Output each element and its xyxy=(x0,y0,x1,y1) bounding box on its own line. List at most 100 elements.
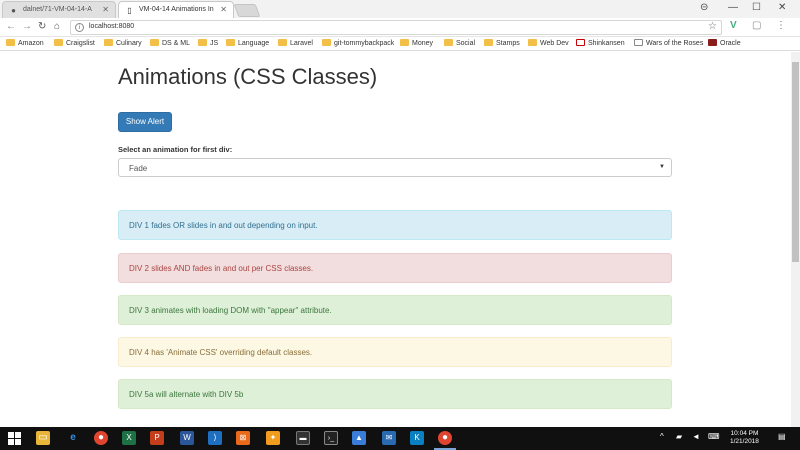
page-viewport: Animations (CSS Classes) Show Alert Sele… xyxy=(0,52,800,427)
folder-icon xyxy=(150,39,159,46)
network-icon[interactable]: ▰ xyxy=(676,432,682,441)
folder-icon xyxy=(484,39,493,46)
minimize-icon[interactable]: — xyxy=(728,2,738,13)
page-icon xyxy=(634,39,643,46)
folder-icon xyxy=(54,39,63,46)
tab-animations[interactable]: ▯ VM-04-14 Animations In ✕ xyxy=(118,1,234,18)
alert-text: DIV 4 has 'Animate CSS' overriding defau… xyxy=(129,348,313,357)
bookmark-amazon[interactable]: Amazon xyxy=(6,39,44,47)
alert-text: DIV 5a will alternate with DIV 5b xyxy=(129,390,244,399)
home-icon[interactable]: ⌂ xyxy=(54,21,60,32)
file-explorer-icon[interactable]: ▭ xyxy=(36,431,50,445)
xampp-icon[interactable]: ⊠ xyxy=(236,431,250,445)
div-1-alert: DIV 1 fades OR slides in and out dependi… xyxy=(118,210,672,240)
word-icon[interactable]: W xyxy=(180,431,194,445)
bookmark-money[interactable]: Money xyxy=(400,39,433,47)
tab-github[interactable]: ● dalnet/71-VM-04-14-A ✕ xyxy=(2,1,116,18)
github-icon: ● xyxy=(11,6,16,15)
folder-icon xyxy=(278,39,287,46)
div-5a-alert: DIV 5a will alternate with DIV 5b xyxy=(118,379,672,409)
bookmark-social[interactable]: Social xyxy=(444,39,475,47)
clock-time: 10:04 PM xyxy=(730,430,759,437)
windows-taskbar: ▭ e ● X P W ⟩ ⊠ ✦ ▬ ›_ ▲ ✉ K ● ^ ▰ ◄ ⌨ 1… xyxy=(0,427,800,450)
chrome-icon[interactable]: ● xyxy=(94,431,108,445)
scrollbar-thumb[interactable] xyxy=(792,62,799,262)
page-icon: ▯ xyxy=(127,6,132,15)
bookmark-shinkansen[interactable]: Shinkansen xyxy=(576,39,625,47)
bookmark-stamps[interactable]: Stamps xyxy=(484,39,520,47)
photos-icon[interactable]: ▲ xyxy=(352,431,366,445)
new-tab-button[interactable] xyxy=(233,4,261,17)
folder-icon xyxy=(198,39,207,46)
bookmark-craigslist[interactable]: Craigslist xyxy=(54,39,95,47)
page-title: Animations (CSS Classes) xyxy=(118,64,378,89)
close-icon[interactable]: ✕ xyxy=(778,2,786,13)
terminal-icon[interactable]: ›_ xyxy=(324,431,338,445)
extension-icon[interactable]: ▢ xyxy=(752,20,761,31)
folder-icon xyxy=(226,39,235,46)
excel-icon[interactable]: X xyxy=(122,431,136,445)
url-text: localhost:8080 xyxy=(89,23,135,30)
alert-text: DIV 3 animates with loading DOM with "ap… xyxy=(129,306,332,315)
keyboard-icon[interactable]: ⌨ xyxy=(708,432,720,441)
profile-icon[interactable]: ⊝ xyxy=(700,2,708,13)
bookmark-web-dev[interactable]: Web Dev xyxy=(528,39,569,47)
bookmark-star-icon[interactable]: ☆ xyxy=(708,21,717,32)
notifications-icon[interactable]: ▤ xyxy=(778,432,786,441)
app-icon[interactable]: K xyxy=(410,431,424,445)
clock[interactable]: 10:04 PM 1/21/2018 xyxy=(730,430,759,446)
animation-select[interactable]: Fade ▼ xyxy=(118,158,672,177)
back-icon[interactable]: ← xyxy=(6,21,16,32)
windows-start-icon[interactable] xyxy=(8,432,21,445)
address-bar[interactable]: i localhost:8080 ☆ xyxy=(70,20,722,35)
folder-icon xyxy=(400,39,409,46)
bookmark-laravel[interactable]: Laravel xyxy=(278,39,313,47)
bookmark-wars-of-the-roses[interactable]: Wars of the Roses xyxy=(634,39,703,47)
div-4-alert: DIV 4 has 'Animate CSS' overriding defau… xyxy=(118,337,672,367)
folder-icon xyxy=(444,39,453,46)
bookmark-culinary[interactable]: Culinary xyxy=(104,39,142,47)
browser-tab-strip: ● dalnet/71-VM-04-14-A ✕ ▯ VM-04-14 Anim… xyxy=(0,0,800,18)
edge-icon[interactable]: e xyxy=(66,431,80,445)
select-label: Select an animation for first div: xyxy=(118,145,233,154)
folder-icon xyxy=(6,39,15,46)
gitkraken-icon[interactable]: ✦ xyxy=(266,431,280,445)
alert-text: DIV 1 fades OR slides in and out dependi… xyxy=(129,221,318,230)
mail-icon[interactable]: ✉ xyxy=(382,431,396,445)
alert-text: DIV 2 slides AND fades in and out per CS… xyxy=(129,264,314,273)
clock-date: 1/21/2018 xyxy=(730,438,759,445)
bookmark-language[interactable]: Language xyxy=(226,39,269,47)
close-tab-icon[interactable]: ✕ xyxy=(220,5,227,14)
bookmark-ds-ml[interactable]: DS & ML xyxy=(150,39,190,47)
forward-icon[interactable]: → xyxy=(22,21,32,32)
div-2-alert: DIV 2 slides AND fades in and out per CS… xyxy=(118,253,672,283)
bookmark-git[interactable]: git-tommybackpack xyxy=(322,39,394,47)
chevron-down-icon: ▼ xyxy=(659,164,665,170)
powerpoint-icon[interactable]: P xyxy=(150,431,164,445)
div-3-alert: DIV 3 animates with loading DOM with "ap… xyxy=(118,295,672,325)
chrome-active-icon[interactable]: ● xyxy=(438,431,452,445)
monitor-icon[interactable]: ▬ xyxy=(296,431,310,445)
info-icon[interactable]: i xyxy=(75,23,84,32)
vue-devtools-icon[interactable]: V xyxy=(730,20,737,31)
bookmark-js[interactable]: JS xyxy=(198,39,218,47)
shinkansen-icon xyxy=(576,39,585,46)
volume-icon[interactable]: ◄ xyxy=(692,432,700,441)
reload-icon[interactable]: ↻ xyxy=(38,21,46,32)
browser-toolbar: ← → ↻ ⌂ i localhost:8080 ☆ V ▢ ⋮ xyxy=(0,18,800,37)
tab-title: dalnet/71-VM-04-14-A xyxy=(23,6,92,13)
bookmarks-bar: Amazon Craigslist Culinary DS & ML JS La… xyxy=(0,37,800,51)
oracle-icon xyxy=(708,39,717,46)
vscode-icon[interactable]: ⟩ xyxy=(208,431,222,445)
select-value: Fade xyxy=(129,164,148,173)
folder-icon xyxy=(322,39,331,46)
tray-up-arrow-icon[interactable]: ^ xyxy=(660,432,664,441)
close-tab-icon[interactable]: ✕ xyxy=(102,5,109,14)
bookmark-oracle[interactable]: Oracle xyxy=(708,39,741,47)
maximize-icon[interactable]: ☐ xyxy=(752,2,761,13)
tab-title: VM-04-14 Animations In xyxy=(139,6,214,13)
page-scrollbar[interactable] xyxy=(791,52,800,427)
show-alert-button[interactable]: Show Alert xyxy=(118,112,172,132)
folder-icon xyxy=(104,39,113,46)
menu-icon[interactable]: ⋮ xyxy=(776,20,786,31)
